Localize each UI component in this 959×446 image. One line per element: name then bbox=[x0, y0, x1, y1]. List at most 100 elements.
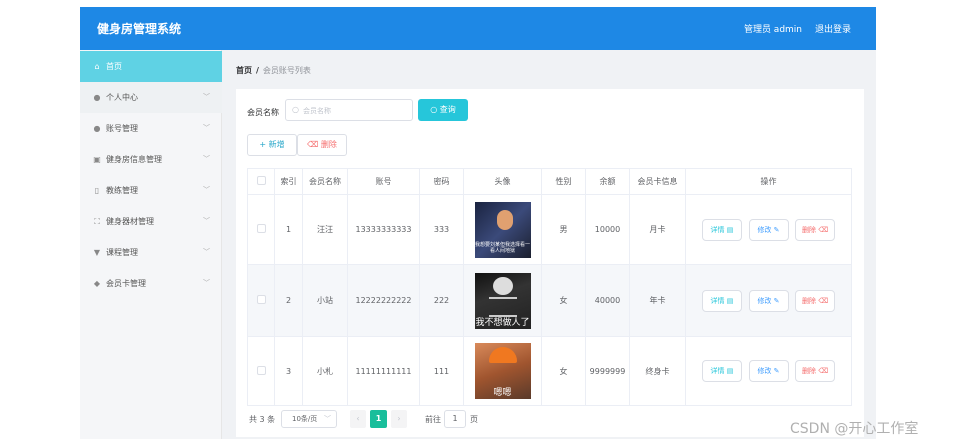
chevron-down-icon: ﹀ bbox=[324, 415, 331, 423]
row-checkbox[interactable] bbox=[256, 295, 266, 304]
table-row: 1 汪汪 13333333333 333 我想要刘某但我选择看一看人间地狱 男 … bbox=[247, 194, 852, 265]
sidebar-item-label: 健身房信息管理 bbox=[106, 155, 162, 164]
location-icon: ◆ bbox=[93, 279, 101, 288]
next-page-button[interactable]: › bbox=[391, 410, 407, 428]
sidebar-item-member-cards[interactable]: ◆ 会员卡管理 ﹀ bbox=[80, 268, 222, 299]
sidebar-item-equipment[interactable]: ⛶ 健身器材管理 ﹀ bbox=[80, 206, 222, 237]
fullscreen-icon: ⛶ bbox=[94, 217, 100, 226]
query-button[interactable]: ○ 查询 bbox=[418, 99, 468, 121]
index-cell: 1 bbox=[274, 194, 303, 265]
pagination-total: 共 3 条 bbox=[249, 415, 276, 424]
phone-icon: ▯ bbox=[94, 186, 100, 195]
sidebar-item-label: 健身器材管理 bbox=[106, 217, 154, 226]
table-row: 2 小站 12222222222 222 我不想做人了 女 40000 年卡 详… bbox=[247, 264, 852, 337]
search-placeholder: 会员名称 bbox=[303, 107, 331, 115]
avatar-caption: 嗯嗯 bbox=[493, 388, 512, 398]
row-select-cell[interactable] bbox=[247, 194, 275, 265]
chevron-down-icon: ﹀ bbox=[203, 248, 210, 256]
column-header: 头像 bbox=[463, 168, 542, 195]
watermark: CSDN @开心工作室 bbox=[790, 421, 919, 437]
sidebar-item-home[interactable]: ⌂ 首页 bbox=[80, 51, 222, 82]
page-size-select[interactable]: 10条/页 ﹀ bbox=[281, 410, 337, 428]
home-icon: ⌂ bbox=[94, 62, 100, 71]
detail-button[interactable]: 详情 ▤ bbox=[701, 289, 742, 312]
add-button[interactable]: + 新增 bbox=[247, 134, 297, 156]
prev-page-button[interactable]: ‹ bbox=[350, 410, 366, 428]
chevron-down-icon: ﹀ bbox=[203, 217, 210, 225]
sidebar-item-gym-info[interactable]: ▣ 健身房信息管理 ﹀ bbox=[80, 144, 222, 175]
balance-cell: 10000 bbox=[585, 194, 630, 265]
delete-button-label: 删除 bbox=[801, 367, 816, 375]
search-input[interactable]: ○ 会员名称 bbox=[285, 99, 413, 121]
index-cell: 3 bbox=[274, 336, 303, 406]
current-user: 管理员 admin bbox=[743, 25, 802, 35]
avatar: 我不想做人了 bbox=[474, 272, 531, 329]
row-select-cell[interactable] bbox=[247, 264, 275, 337]
breadcrumb: 首页 / 会员账号列表 bbox=[236, 65, 311, 76]
search-icon: ○ bbox=[292, 105, 299, 114]
avatar-cell: 嗯嗯 bbox=[463, 336, 542, 406]
sidebar-item-profile[interactable]: ● 个人中心 ﹀ bbox=[80, 82, 222, 113]
sidebar: ⌂ 首页 ● 个人中心 ﹀ ● 账号管理 ﹀ ▣ 健身房信息管理 ﹀ ▯ 教练管… bbox=[80, 50, 222, 439]
select-all-cell[interactable] bbox=[247, 168, 275, 195]
page-number-current[interactable]: 1 bbox=[370, 410, 387, 428]
edit-button[interactable]: 修改 ✎ bbox=[748, 360, 789, 382]
chevron-down-icon: ﹀ bbox=[203, 279, 210, 287]
sidebar-item-label: 首页 bbox=[106, 62, 122, 71]
edit-button[interactable]: 修改 ✎ bbox=[748, 289, 789, 312]
detail-button-label: 详情 bbox=[710, 225, 725, 234]
picture-icon: ▣ bbox=[93, 155, 101, 164]
breadcrumb-current: 会员账号列表 bbox=[262, 66, 311, 75]
sidebar-item-label: 个人中心 bbox=[106, 93, 138, 102]
account-cell: 12222222222 bbox=[347, 264, 420, 337]
goto-page-input[interactable]: 1 bbox=[444, 410, 466, 428]
list-card: 会员名称 ○ 会员名称 ○ 查询 + 新增 ⌫ 删除 索引 会员名称 账号 密码… bbox=[236, 89, 864, 437]
detail-button[interactable]: 详情 ▤ bbox=[701, 360, 742, 382]
trash-icon: ⌫ bbox=[818, 225, 829, 234]
trash-icon: ⌫ bbox=[307, 140, 319, 149]
actions-cell: 详情 ▤ 修改 ✎ 删除 ⌫ bbox=[685, 336, 852, 406]
breadcrumb-home[interactable]: 首页 bbox=[236, 66, 252, 75]
sidebar-item-label: 会员卡管理 bbox=[106, 279, 146, 288]
avatar: 嗯嗯 bbox=[474, 343, 531, 399]
delete-button[interactable]: 删除 ⌫ bbox=[795, 360, 836, 382]
account-cell: 11111111111 bbox=[347, 336, 420, 406]
sidebar-item-coaches[interactable]: ▯ 教练管理 ﹀ bbox=[80, 175, 222, 206]
column-header: 索引 bbox=[274, 168, 303, 195]
table-row: 3 小札 11111111111 111 嗯嗯 女 9999999 终身卡 详情… bbox=[247, 336, 852, 406]
detail-button[interactable]: 详情 ▤ bbox=[701, 218, 742, 241]
column-header: 会员名称 bbox=[302, 168, 348, 195]
actions-cell: 详情 ▤ 修改 ✎ 删除 ⌫ bbox=[685, 264, 852, 337]
avatar-caption: 我不想做人了 bbox=[475, 317, 530, 328]
batch-delete-button[interactable]: ⌫ 删除 bbox=[297, 134, 347, 156]
logout-link[interactable]: 退出登录 bbox=[815, 22, 851, 35]
avatar-cell: 我不想做人了 bbox=[463, 264, 542, 337]
password-cell: 333 bbox=[419, 194, 464, 265]
row-checkbox[interactable] bbox=[256, 224, 266, 233]
column-header: 性别 bbox=[541, 168, 586, 195]
row-select-cell[interactable] bbox=[247, 336, 275, 406]
avatar-hand-shape bbox=[496, 209, 513, 230]
chevron-left-icon: ‹ bbox=[356, 414, 360, 423]
row-checkbox[interactable] bbox=[256, 365, 266, 375]
chevron-down-icon: ﹀ bbox=[203, 124, 210, 132]
column-header: 操作 bbox=[685, 168, 852, 195]
delete-button[interactable]: 删除 ⌫ bbox=[795, 289, 836, 312]
gender-cell: 女 bbox=[541, 336, 586, 406]
search-label: 会员名称 bbox=[247, 108, 279, 117]
avatar-helmet-shape bbox=[488, 347, 517, 363]
sidebar-item-courses[interactable]: ▼ 课程管理 ﹀ bbox=[80, 237, 222, 268]
delete-button[interactable]: 删除 ⌫ bbox=[795, 218, 836, 241]
edit-button[interactable]: 修改 ✎ bbox=[748, 218, 789, 241]
user-icon: ● bbox=[93, 124, 101, 133]
password-cell: 222 bbox=[419, 264, 464, 337]
document-icon: ▤ bbox=[726, 367, 734, 375]
name-cell: 小站 bbox=[302, 264, 348, 337]
user-icon: ● bbox=[93, 93, 101, 102]
index-cell: 2 bbox=[274, 264, 303, 337]
balance-cell: 9999999 bbox=[585, 336, 630, 406]
select-all-checkbox[interactable] bbox=[256, 176, 266, 185]
avatar-skull-shape bbox=[492, 276, 513, 295]
sidebar-item-accounts[interactable]: ● 账号管理 ﹀ bbox=[80, 113, 222, 144]
goto-label: 前往 bbox=[425, 415, 441, 424]
